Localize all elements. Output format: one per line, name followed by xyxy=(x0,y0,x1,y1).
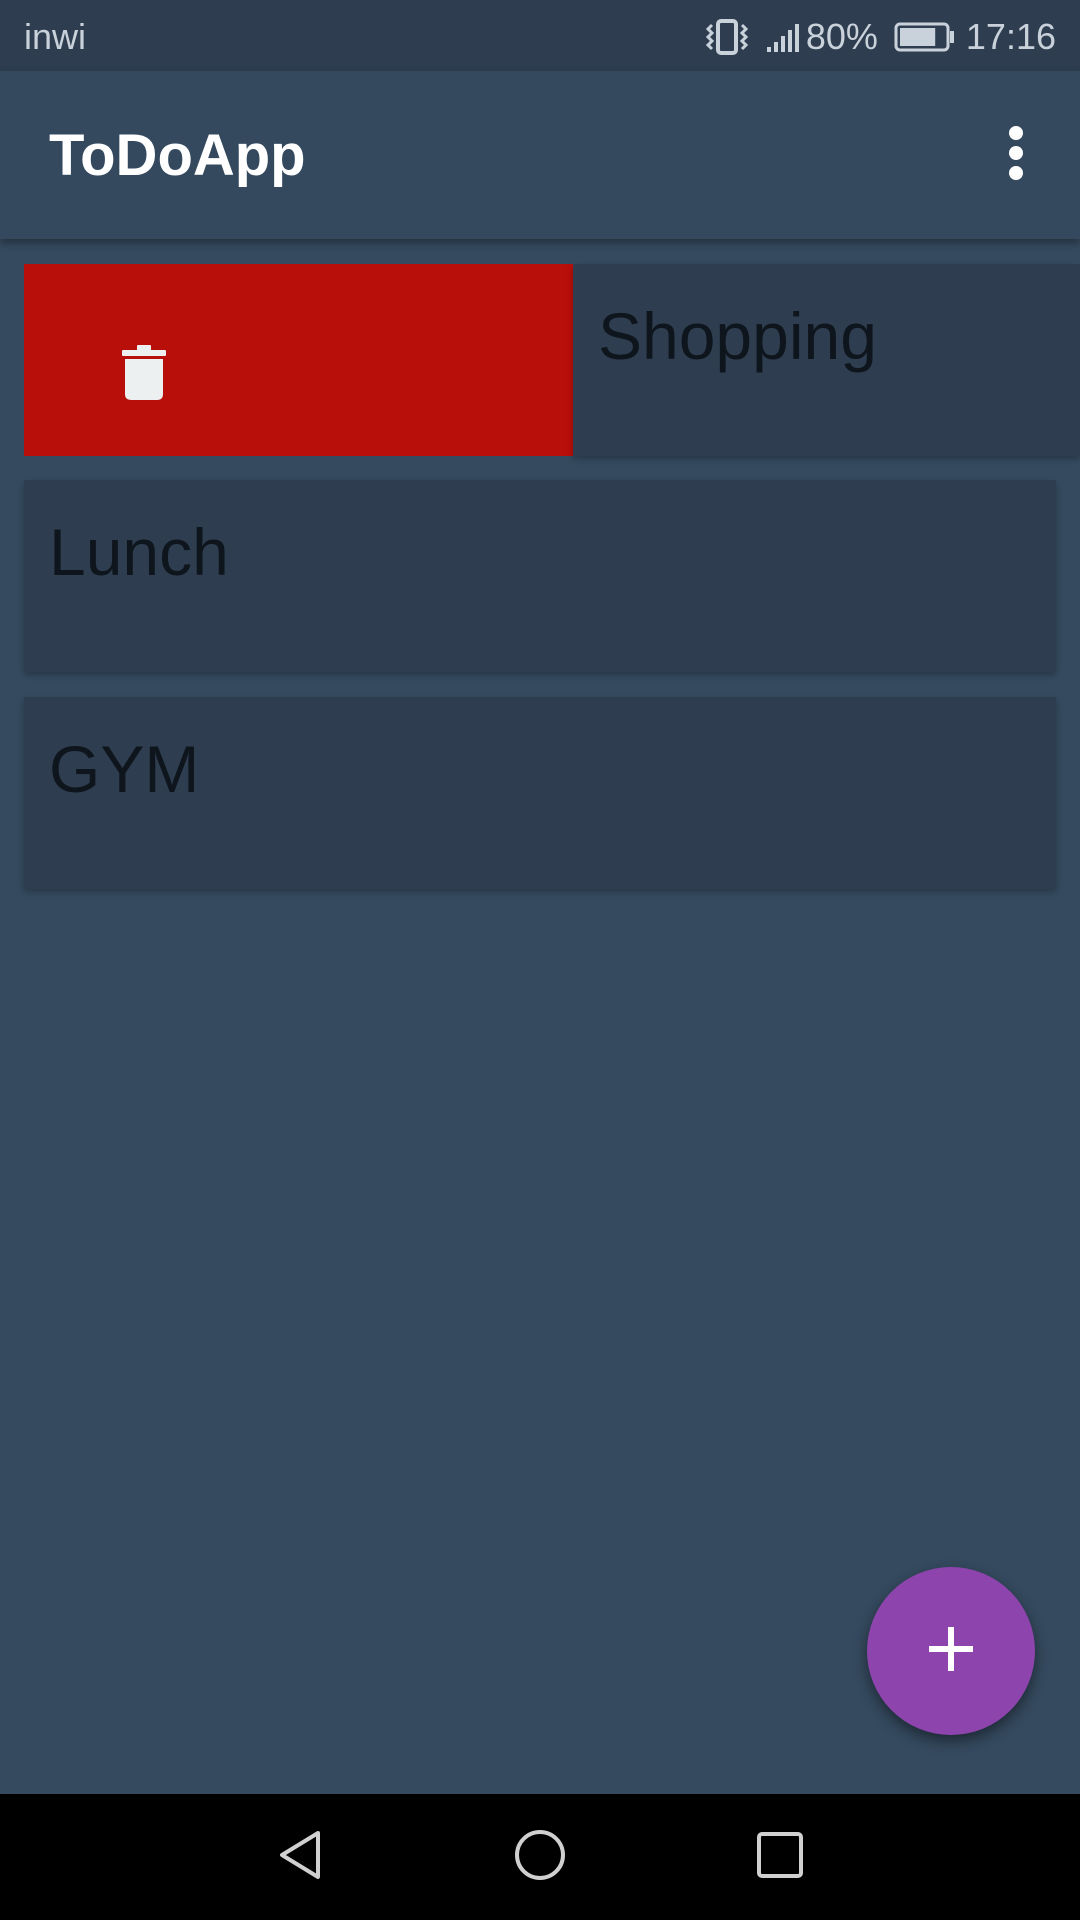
recents-icon xyxy=(756,1831,804,1884)
back-icon xyxy=(274,1829,326,1886)
clock: 17:16 xyxy=(965,16,1056,57)
list-item: Shopping xyxy=(24,264,1080,456)
navigation-bar xyxy=(0,1794,1080,1920)
todo-card[interactable]: Shopping xyxy=(573,264,1080,456)
todo-title: Shopping xyxy=(598,299,877,373)
more-vert-icon xyxy=(1006,125,1026,186)
todo-card[interactable]: GYM xyxy=(24,697,1056,889)
status-indicators: 80% 17:16 xyxy=(704,13,1056,61)
signal-icon xyxy=(766,21,806,53)
todo-card[interactable]: Lunch xyxy=(24,480,1056,672)
screen: inwi 80% 17:16 ToDoApp Shopping Lunch GY… xyxy=(0,0,1080,1920)
list-item: Lunch xyxy=(24,480,1056,672)
home-button[interactable] xyxy=(500,1817,580,1897)
status-bar: inwi 80% 17:16 xyxy=(0,0,1080,71)
swipe-delete-background xyxy=(24,264,573,456)
carrier-name: inwi xyxy=(24,16,87,57)
list-item: GYM xyxy=(24,697,1056,889)
app-bar: ToDoApp xyxy=(0,71,1080,239)
app-title: ToDoApp xyxy=(49,123,306,188)
delete-button[interactable] xyxy=(96,326,192,422)
battery-percent: 80% xyxy=(805,16,878,57)
battery-icon xyxy=(894,22,956,52)
vibrate-icon xyxy=(704,19,750,55)
todo-title: GYM xyxy=(49,732,200,806)
add-todo-button[interactable] xyxy=(867,1567,1035,1735)
plus-icon xyxy=(927,1625,975,1678)
home-icon xyxy=(513,1828,567,1887)
overflow-menu-button[interactable] xyxy=(976,115,1056,195)
recents-button[interactable] xyxy=(740,1817,820,1897)
trash-icon xyxy=(122,344,166,405)
todo-title: Lunch xyxy=(49,515,229,589)
back-button[interactable] xyxy=(260,1817,340,1897)
